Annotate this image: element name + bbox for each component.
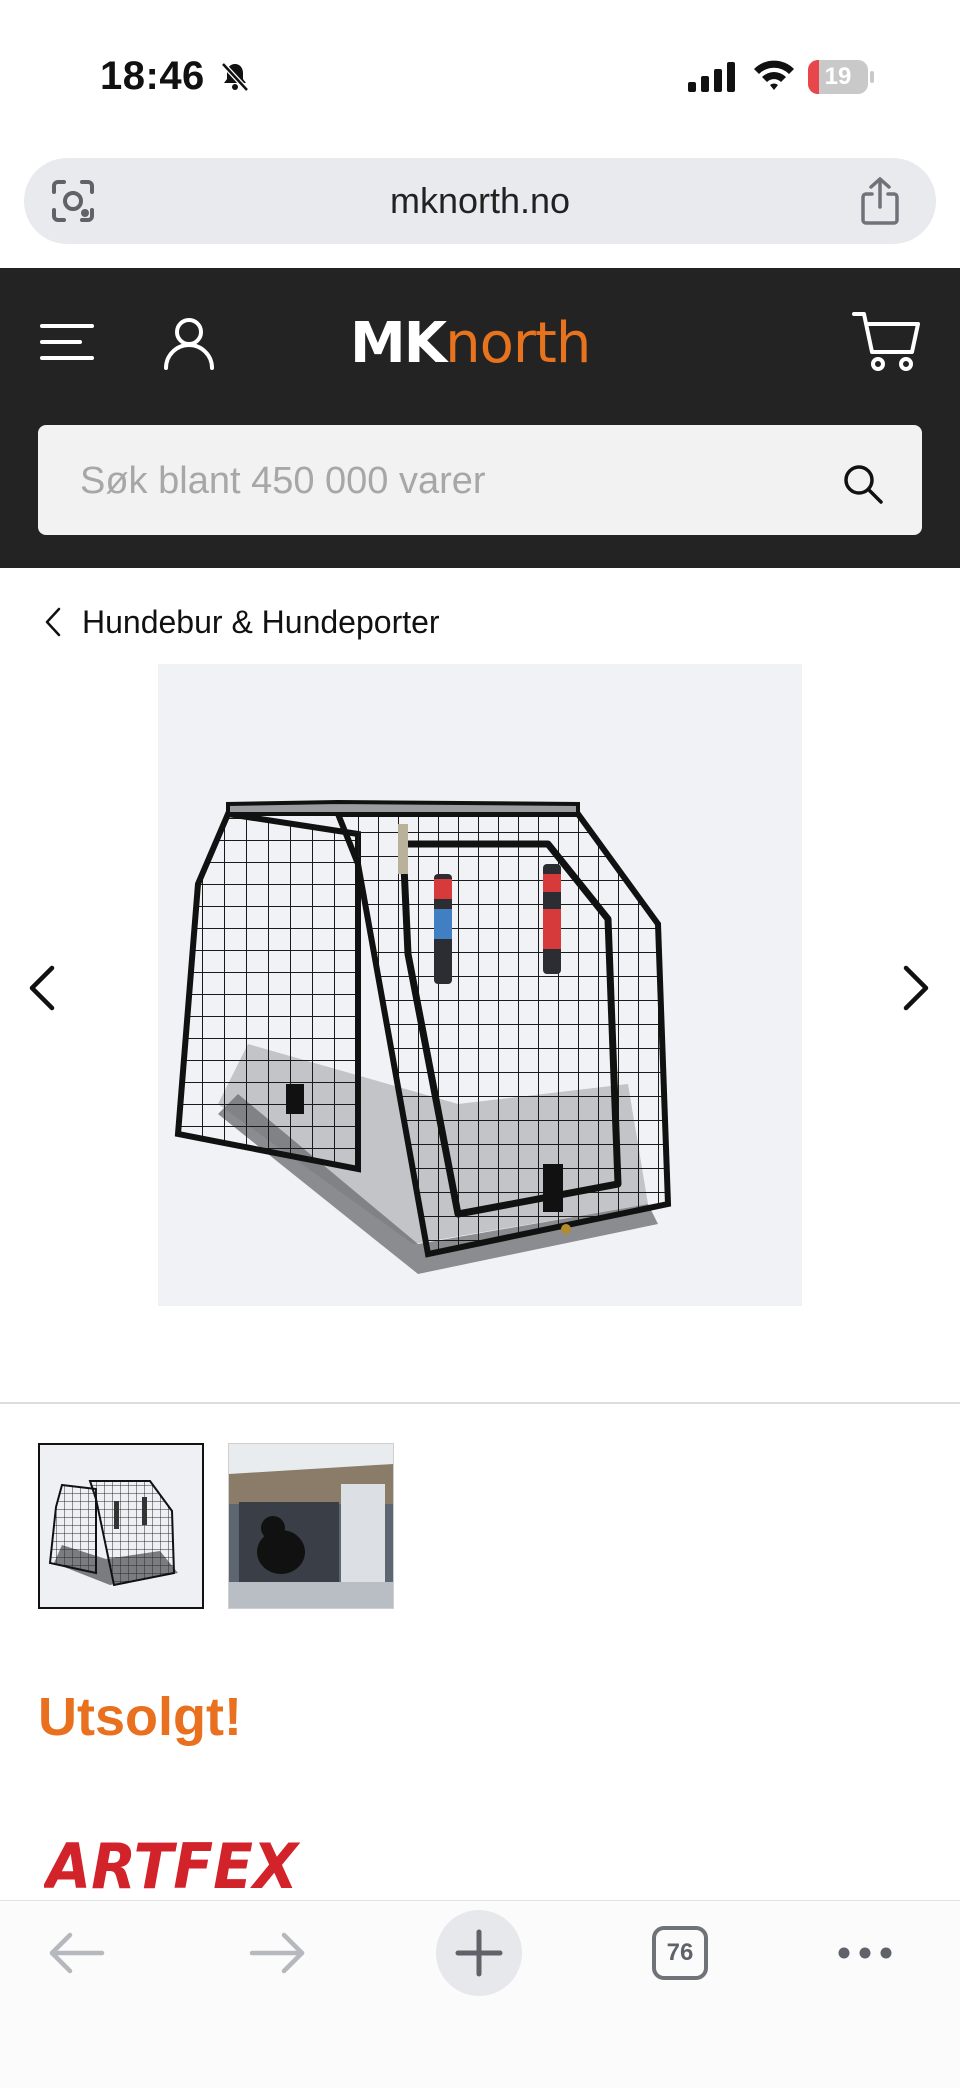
- battery-indicator: 19: [808, 60, 874, 94]
- battery-level: 19: [824, 63, 852, 90]
- tab-count: 76: [666, 1939, 694, 1966]
- carousel-prev-button[interactable]: [24, 962, 60, 1014]
- thumbnail-cage[interactable]: [38, 1443, 204, 1609]
- logo-north: north: [445, 311, 591, 376]
- thumbnail-car-image: [229, 1444, 393, 1608]
- brand-logo[interactable]: ARTFEX: [44, 1826, 304, 1896]
- cellular-signal-icon: [688, 62, 735, 92]
- more-options-icon[interactable]: [836, 1938, 894, 1968]
- hamburger-menu-icon[interactable]: [40, 322, 94, 362]
- search-box: [38, 425, 922, 537]
- wifi-icon: [754, 60, 794, 90]
- svg-text:ARTFEX: ARTFEX: [44, 1830, 301, 1896]
- search-input[interactable]: [78, 425, 822, 537]
- bell-slash-icon: [221, 62, 249, 92]
- status-bar: 18:46 19: [0, 0, 960, 150]
- site-logo[interactable]: MKnorth: [350, 308, 591, 379]
- share-icon[interactable]: [858, 176, 902, 226]
- forward-arrow-icon[interactable]: [248, 1930, 308, 1976]
- thumbnail-cage-image: [48, 1480, 178, 1587]
- status-time: 18:46: [100, 54, 205, 98]
- back-arrow-icon[interactable]: [46, 1930, 106, 1976]
- new-tab-button[interactable]: [436, 1910, 522, 1996]
- cart-icon[interactable]: [852, 310, 922, 374]
- search-icon[interactable]: [842, 463, 884, 505]
- product-image[interactable]: [158, 664, 802, 1306]
- tabs-button[interactable]: 76: [652, 1926, 708, 1980]
- breadcrumb-label[interactable]: Hundebur & Hundeporter: [82, 604, 440, 641]
- sold-out-label: Utsolgt!: [38, 1687, 242, 1747]
- chevron-left-icon: [45, 607, 61, 637]
- carousel-next-button[interactable]: [898, 962, 934, 1014]
- dog-cage-image: [174, 799, 672, 1274]
- thumbnail-car[interactable]: [228, 1443, 394, 1609]
- page-tools-icon[interactable]: [50, 178, 96, 224]
- address-bar[interactable]: mknorth.no: [24, 158, 936, 244]
- logo-mk: MK: [350, 311, 447, 376]
- section-divider: [0, 1402, 960, 1404]
- user-icon[interactable]: [162, 316, 216, 370]
- url-text[interactable]: mknorth.no: [24, 180, 936, 222]
- plus-icon: [455, 1929, 503, 1977]
